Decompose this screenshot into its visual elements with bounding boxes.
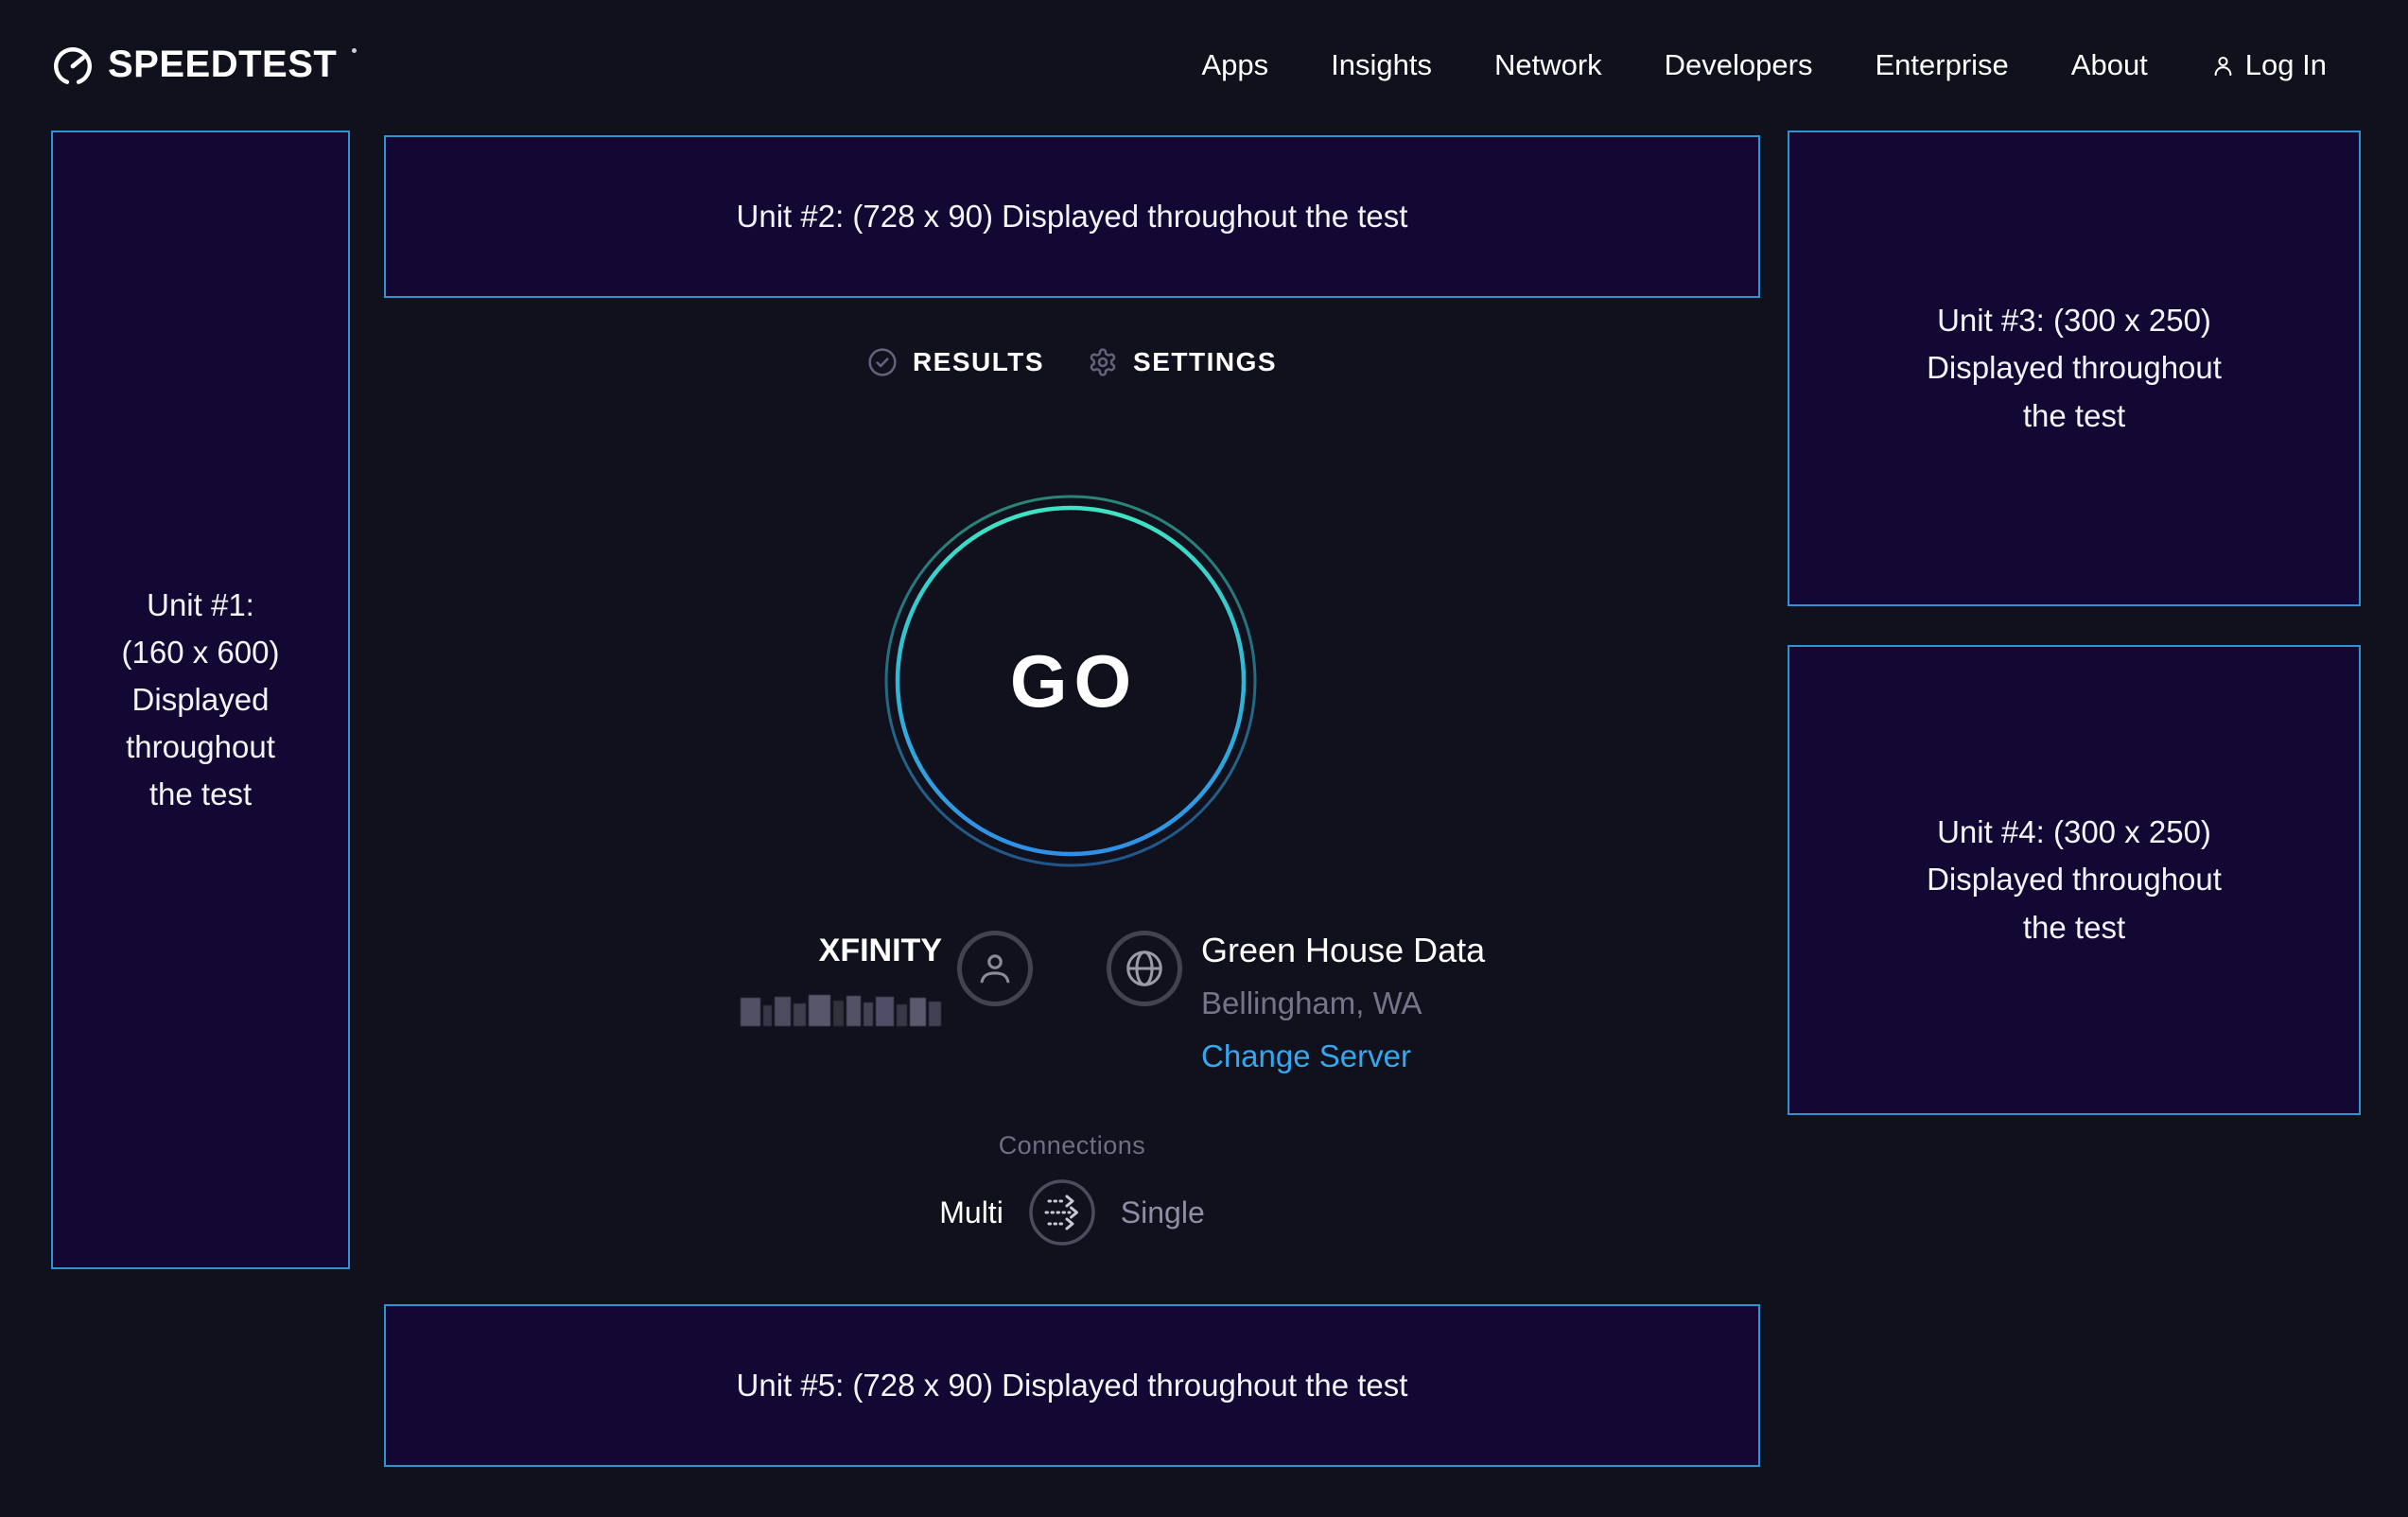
tab-results[interactable]: RESULTS <box>867 347 1044 377</box>
server-info: Green House Data Bellingham, WA Change S… <box>1201 931 1485 1074</box>
ad-unit-1-text: Unit #1: (160 x 600) Displayed throughou… <box>122 582 280 819</box>
isp-name: XFINITY <box>605 933 942 969</box>
connection-mode-multi[interactable]: Multi <box>939 1195 1003 1230</box>
logo[interactable]: SPEEDTEST <box>51 43 357 88</box>
gear-icon <box>1088 347 1118 377</box>
main-nav: Apps Insights Network Developers Enterpr… <box>1201 48 2327 82</box>
ad-unit-5-text: Unit #5: (728 x 90) Displayed throughout… <box>737 1362 1408 1409</box>
nav-item-developers[interactable]: Developers <box>1665 48 1813 82</box>
login-link[interactable]: Log In <box>2210 48 2327 82</box>
server-name: Green House Data <box>1201 931 1485 970</box>
server-globe-icon <box>1107 931 1182 1006</box>
nav-item-about[interactable]: About <box>2071 48 2148 82</box>
globe-icon <box>1123 947 1166 990</box>
connections-label: Connections <box>384 1131 1760 1160</box>
trademark-dot <box>352 48 357 53</box>
user-icon <box>2210 53 2236 78</box>
ad-unit-2: Unit #2: (728 x 90) Displayed throughout… <box>384 135 1760 298</box>
header: SPEEDTEST Apps Insights Network Develope… <box>0 0 2408 131</box>
person-icon <box>974 948 1016 989</box>
ad-unit-4: Unit #4: (300 x 250) Displayed throughou… <box>1788 645 2361 1115</box>
connection-mode-single[interactable]: Single <box>1121 1195 1205 1230</box>
connection-mode-toggle[interactable] <box>1028 1178 1096 1247</box>
masked-ip-text <box>741 992 941 1026</box>
ad-unit-2-text: Unit #2: (728 x 90) Displayed throughout… <box>737 193 1408 240</box>
tab-settings[interactable]: SETTINGS <box>1088 347 1277 377</box>
go-button-label: GO <box>881 492 1260 870</box>
nav-item-network[interactable]: Network <box>1494 48 1602 82</box>
connections-row: Multi Single <box>384 1177 1760 1248</box>
check-circle-icon <box>867 347 898 377</box>
tab-results-label: RESULTS <box>913 347 1044 377</box>
change-server-link[interactable]: Change Server <box>1201 1038 1411 1074</box>
ad-unit-5: Unit #5: (728 x 90) Displayed throughout… <box>384 1304 1760 1467</box>
go-button[interactable]: GO <box>881 492 1260 870</box>
nav-item-insights[interactable]: Insights <box>1331 48 1432 82</box>
multi-connection-arrows-icon <box>1028 1178 1096 1247</box>
tab-settings-label: SETTINGS <box>1133 347 1277 377</box>
nav-item-apps[interactable]: Apps <box>1201 48 1268 82</box>
server-location: Bellingham, WA <box>1201 985 1485 1021</box>
ad-unit-1: Unit #1: (160 x 600) Displayed throughou… <box>51 131 350 1269</box>
ad-unit-3-text: Unit #3: (300 x 250) Displayed throughou… <box>1927 297 2222 439</box>
ad-unit-3: Unit #3: (300 x 250) Displayed throughou… <box>1788 131 2361 606</box>
view-tabs: RESULTS SETTINGS <box>384 340 1760 384</box>
ad-unit-4-text: Unit #4: (300 x 250) Displayed throughou… <box>1927 809 2222 950</box>
login-label: Log In <box>2245 48 2327 82</box>
isp-user-icon <box>957 931 1033 1006</box>
nav-item-enterprise[interactable]: Enterprise <box>1875 48 2008 82</box>
speedometer-logo-icon <box>51 44 95 88</box>
logo-text: SPEEDTEST <box>108 43 337 86</box>
